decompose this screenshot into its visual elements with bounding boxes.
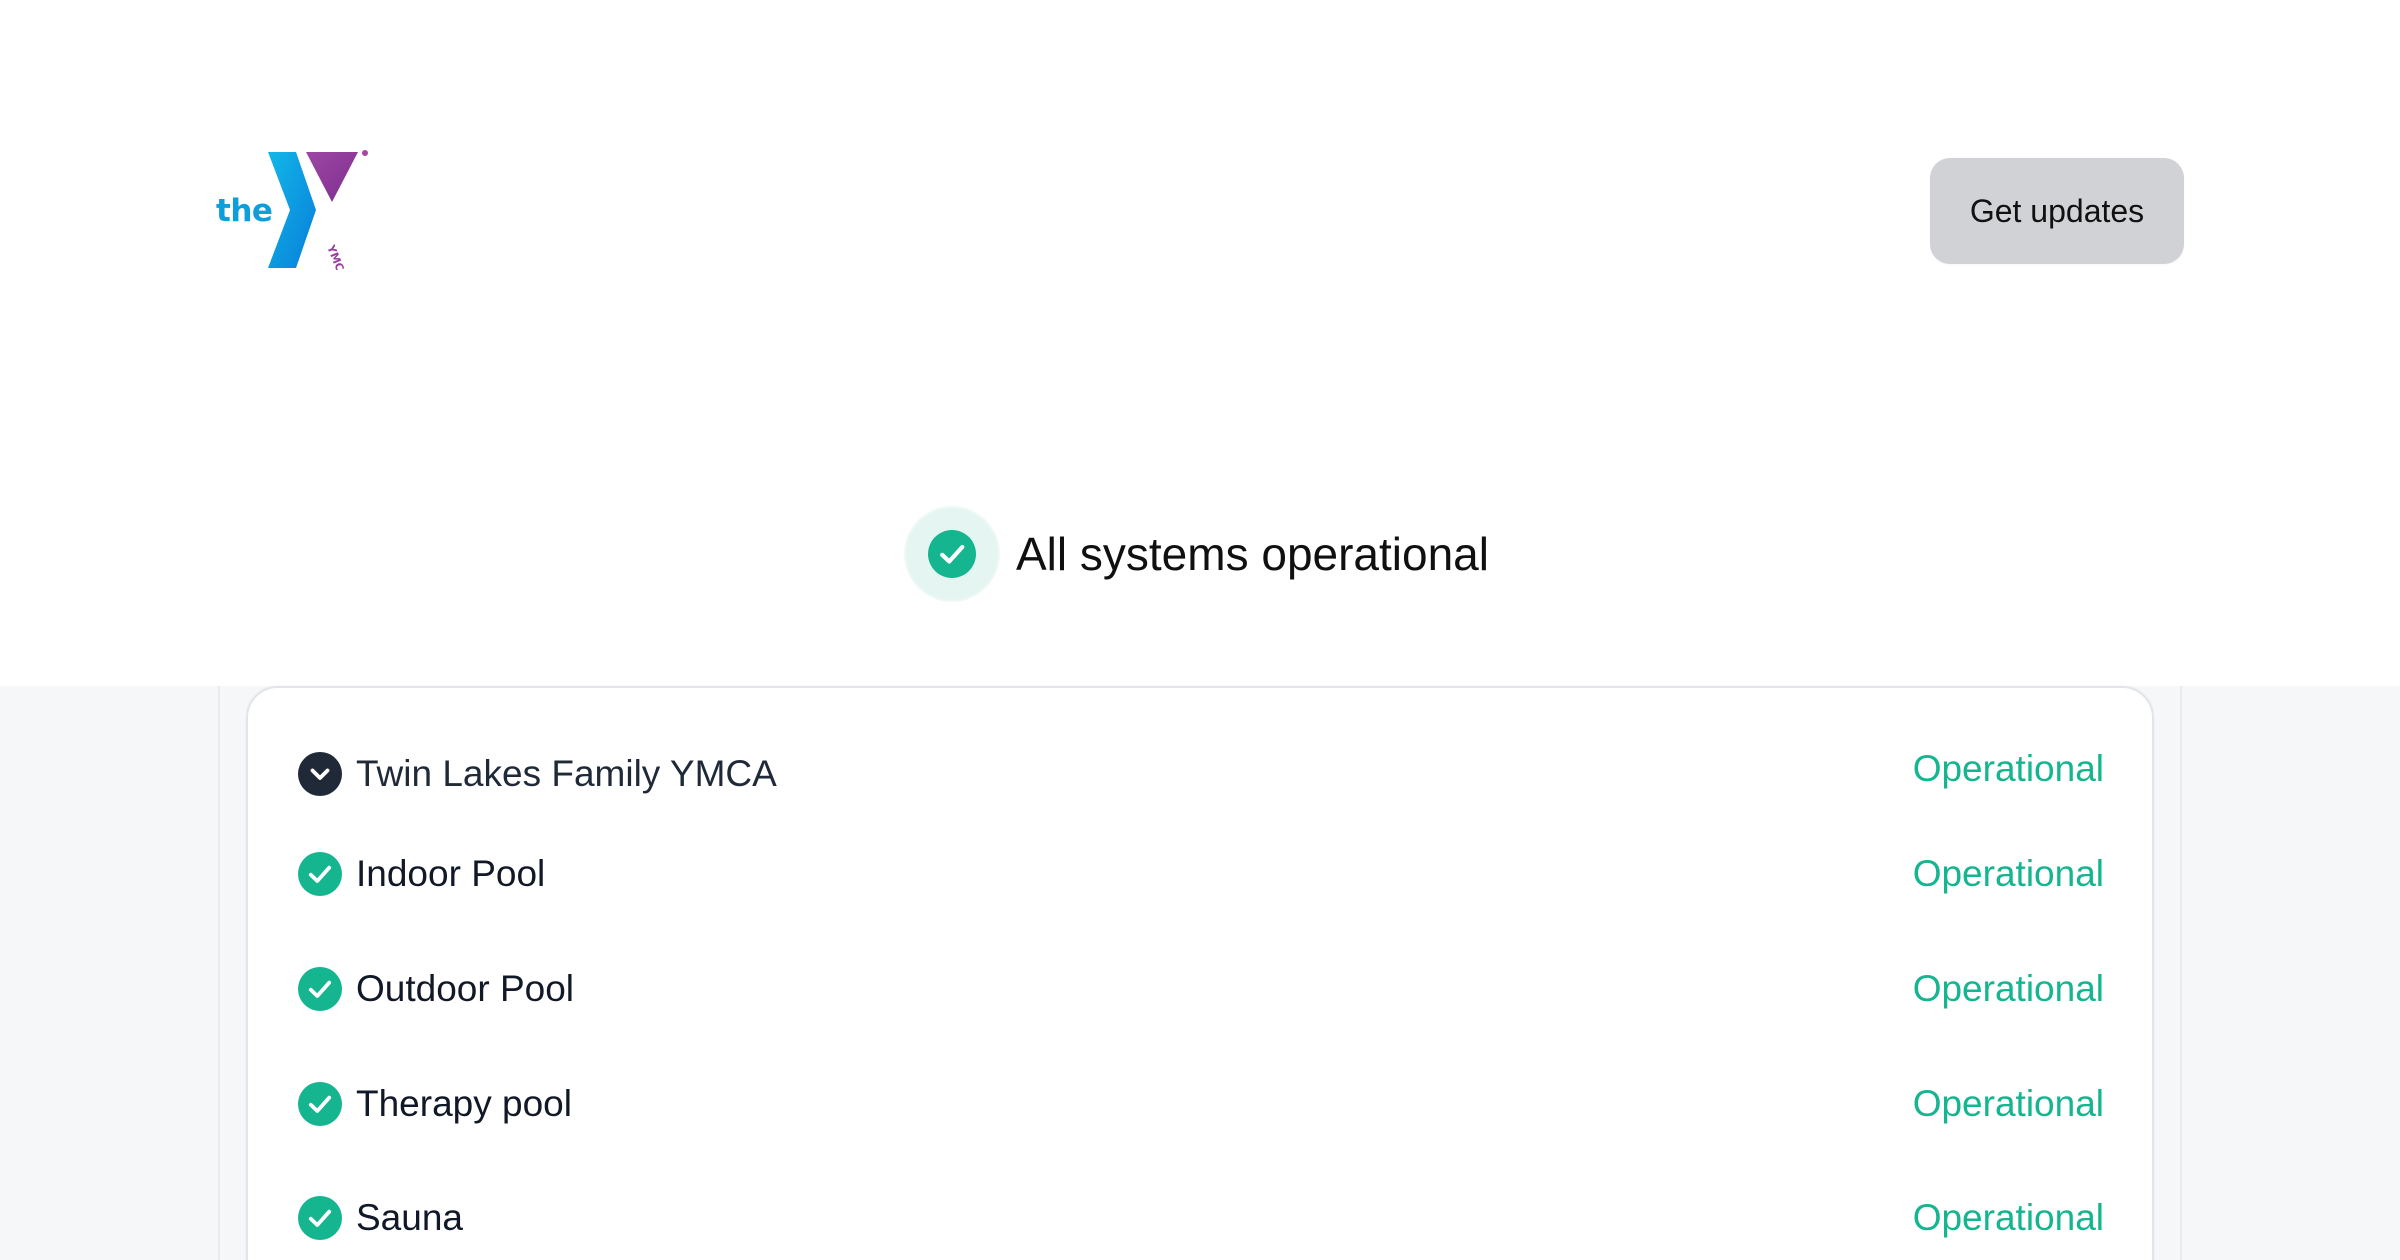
- status-card: Twin Lakes Family YMCA Operational Indoo…: [246, 686, 2154, 1260]
- overall-status-banner: All systems operational: [906, 508, 1489, 600]
- status-item-name: Sauna: [356, 1197, 463, 1238]
- status-group-name: Twin Lakes Family YMCA: [356, 753, 777, 794]
- overall-status-text: All systems operational: [1016, 528, 1489, 580]
- ymca-logo: the YMCA: [212, 148, 372, 270]
- check-circle-icon: [298, 852, 342, 896]
- status-item-outdoor-pool: Outdoor Pool Operational: [298, 957, 2104, 1021]
- status-item-name: Indoor Pool: [356, 853, 546, 894]
- status-page: the YMCA Get updates All systems operati…: [0, 0, 2400, 1260]
- status-item-therapy-pool: Therapy pool Operational: [298, 1072, 2104, 1136]
- overall-status-check-circle-icon: [906, 508, 998, 600]
- card-outer-divider-left: [218, 686, 220, 1260]
- check-circle-icon: [298, 1196, 342, 1240]
- status-item-status: Operational: [1912, 1083, 2104, 1124]
- status-item-name: Outdoor Pool: [356, 968, 575, 1009]
- card-outer-divider-right: [2180, 686, 2182, 1260]
- status-item-status: Operational: [1912, 853, 2104, 894]
- ymca-y-mark-icon: YMCA: [268, 150, 368, 270]
- status-group-header[interactable]: Twin Lakes Family YMCA Operational: [298, 742, 2104, 806]
- status-item-indoor-pool: Indoor Pool Operational: [298, 842, 2104, 906]
- status-group-status: Operational: [1912, 748, 2104, 789]
- status-item-name: Therapy pool: [356, 1083, 572, 1124]
- check-circle-icon: [298, 1082, 342, 1126]
- status-item-status: Operational: [1912, 1197, 2104, 1238]
- status-item-status: Operational: [1912, 968, 2104, 1009]
- logo-vertical-ymca-text: YMCA: [324, 242, 350, 270]
- get-updates-button[interactable]: Get updates: [1930, 158, 2184, 264]
- check-circle-icon: [298, 967, 342, 1011]
- status-item-sauna: Sauna Operational: [298, 1186, 2104, 1250]
- chevron-down-icon[interactable]: [298, 752, 342, 796]
